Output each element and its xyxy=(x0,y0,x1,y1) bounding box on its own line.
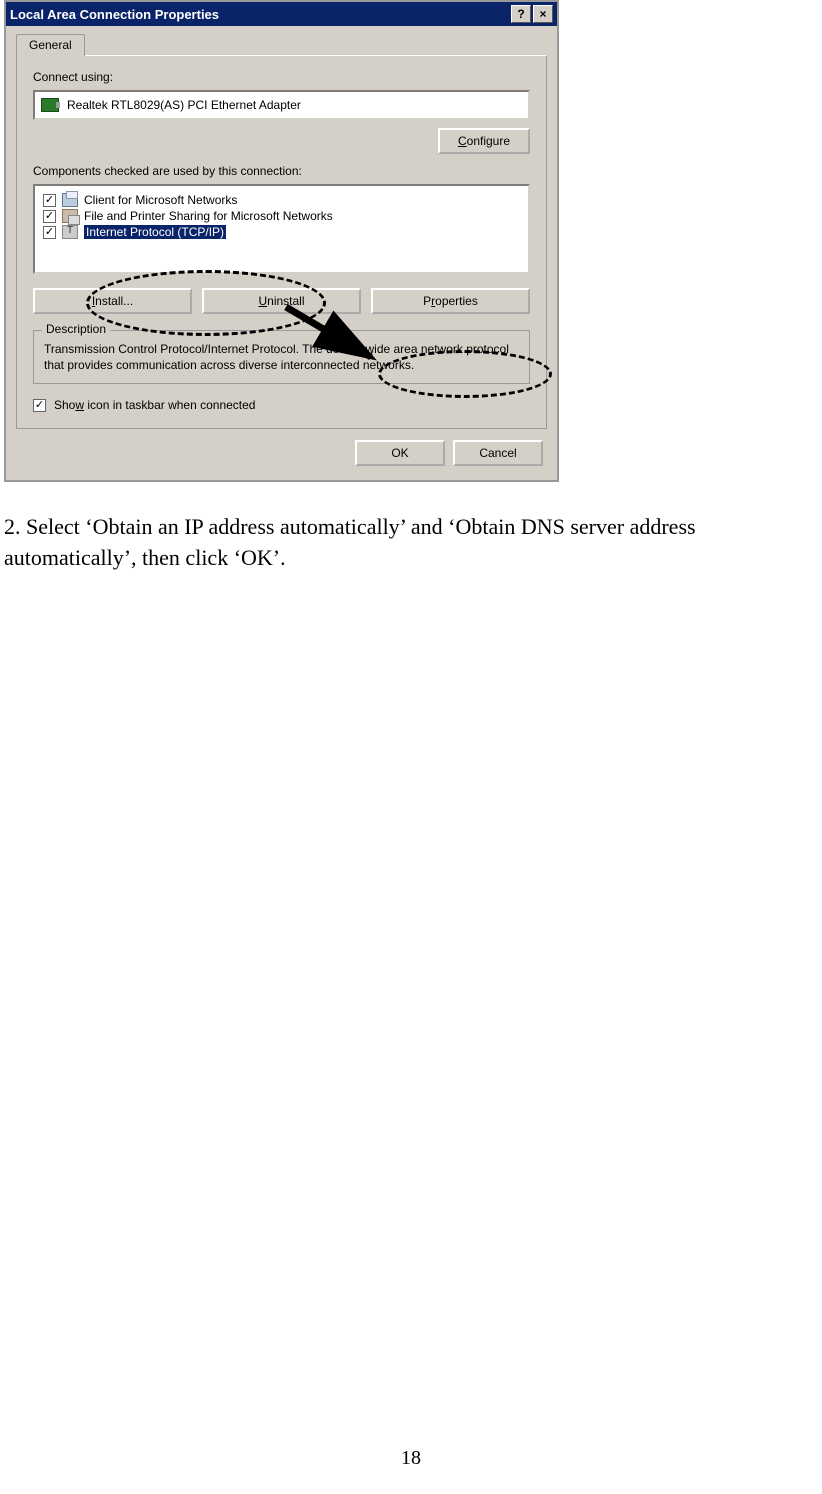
description-text: Transmission Control Protocol/Internet P… xyxy=(44,341,519,373)
component-label: File and Printer Sharing for Microsoft N… xyxy=(84,209,333,223)
component-item-tcpip[interactable]: Internet Protocol (TCP/IP) xyxy=(41,224,522,240)
configure-button[interactable]: CConfigureonfigure xyxy=(438,128,530,154)
page-number: 18 xyxy=(0,1447,822,1470)
description-legend: Description xyxy=(42,322,110,336)
connect-using-label: Connect using: xyxy=(33,70,530,84)
component-item-fileshare[interactable]: File and Printer Sharing for Microsoft N… xyxy=(41,208,522,224)
window-title: Local Area Connection Properties xyxy=(10,7,219,22)
client-icon xyxy=(62,193,78,207)
adapter-field[interactable]: Realtek RTL8029(AS) PCI Ethernet Adapter xyxy=(33,90,530,120)
ok-button[interactable]: OK xyxy=(355,440,445,466)
properties-button[interactable]: Properties xyxy=(371,288,530,314)
tcpip-icon xyxy=(62,225,78,239)
components-listbox[interactable]: Client for Microsoft Networks File and P… xyxy=(33,184,530,274)
titlebar: Local Area Connection Properties ? × xyxy=(6,2,557,26)
tab-general[interactable]: General xyxy=(16,34,85,56)
component-item-client[interactable]: Client for Microsoft Networks xyxy=(41,192,522,208)
uninstall-button[interactable]: Uninstall xyxy=(202,288,361,314)
component-label: Client for Microsoft Networks xyxy=(84,193,237,207)
help-button[interactable]: ? xyxy=(511,5,531,23)
checkbox-icon[interactable] xyxy=(43,194,56,207)
install-button[interactable]: Install... xyxy=(33,288,192,314)
close-button[interactable]: × xyxy=(533,5,553,23)
lan-properties-dialog: Local Area Connection Properties ? × Gen… xyxy=(4,0,559,482)
checkbox-icon[interactable] xyxy=(33,399,46,412)
tab-panel-general: Connect using: Realtek RTL8029(AS) PCI E… xyxy=(16,55,547,429)
tabstrip: General xyxy=(6,26,557,56)
component-label: Internet Protocol (TCP/IP) xyxy=(84,225,226,239)
description-fieldset: Description Transmission Control Protoco… xyxy=(33,330,530,384)
fileshare-icon xyxy=(62,209,78,223)
show-icon-row[interactable]: Show icon in taskbar when connected Show… xyxy=(33,398,530,412)
show-icon-label: Show icon in taskbar when connected xyxy=(54,398,255,412)
cancel-button[interactable]: Cancel xyxy=(453,440,543,466)
checkbox-icon[interactable] xyxy=(43,210,56,223)
instruction-text: 2. Select ‘Obtain an IP address automati… xyxy=(4,512,818,574)
checkbox-icon[interactable] xyxy=(43,226,56,239)
components-label: Components checked are used by this conn… xyxy=(33,164,530,178)
nic-icon xyxy=(41,98,59,112)
adapter-name: Realtek RTL8029(AS) PCI Ethernet Adapter xyxy=(67,98,301,112)
